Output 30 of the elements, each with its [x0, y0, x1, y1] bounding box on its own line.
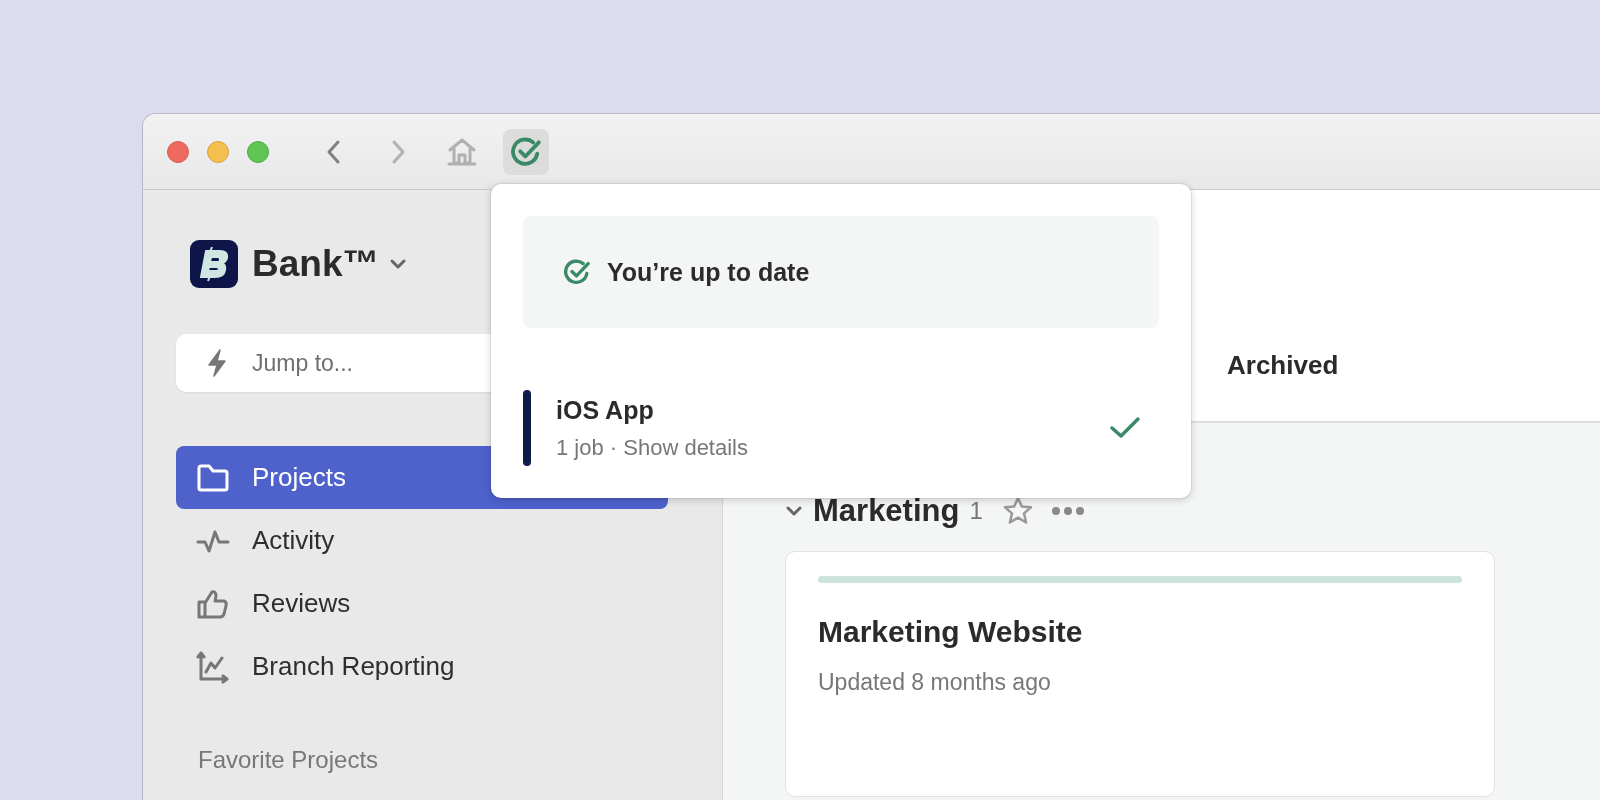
project-card[interactable]: Marketing Website Updated 8 months ago: [785, 551, 1495, 797]
more-icon[interactable]: [1050, 506, 1085, 516]
chart-icon: [196, 649, 230, 684]
check-circle-icon: [510, 135, 542, 168]
caret-icon[interactable]: [389, 258, 408, 270]
sidebar-item[interactable]: Activity: [176, 509, 668, 572]
project-title: Marketing Website: [818, 615, 1084, 649]
status-text: You’re up to date: [607, 257, 810, 287]
folder-icon: [196, 462, 230, 493]
thumbs-up-icon: [196, 587, 230, 620]
app-name: iOS App: [556, 395, 655, 425]
section-heading: Favorite Projects: [198, 746, 380, 774]
group-count: 1: [969, 497, 983, 525]
tab[interactable]: Archived: [1227, 350, 1339, 381]
workspace-name[interactable]: Bank™: [252, 243, 380, 285]
sync-status-button[interactable]: [503, 128, 549, 175]
updated-text: Updated 8 months ago: [818, 669, 1052, 696]
star-icon[interactable]: [1002, 496, 1033, 526]
close-button[interactable]: [167, 140, 189, 163]
chevron-down-icon[interactable]: [785, 505, 803, 517]
logo-icon: [190, 240, 238, 288]
sidebar-item[interactable]: Reviews: [176, 572, 668, 635]
group-title: Marketing: [813, 493, 960, 529]
check-circle-icon: [563, 258, 591, 286]
sidebar-item[interactable]: Branch Reporting: [176, 635, 668, 698]
checkmark-icon: [1109, 416, 1141, 440]
minimize-button[interactable]: [207, 140, 229, 163]
zoom-button[interactable]: [247, 140, 269, 163]
lightning-icon: [206, 348, 228, 378]
home-icon: [446, 136, 478, 167]
